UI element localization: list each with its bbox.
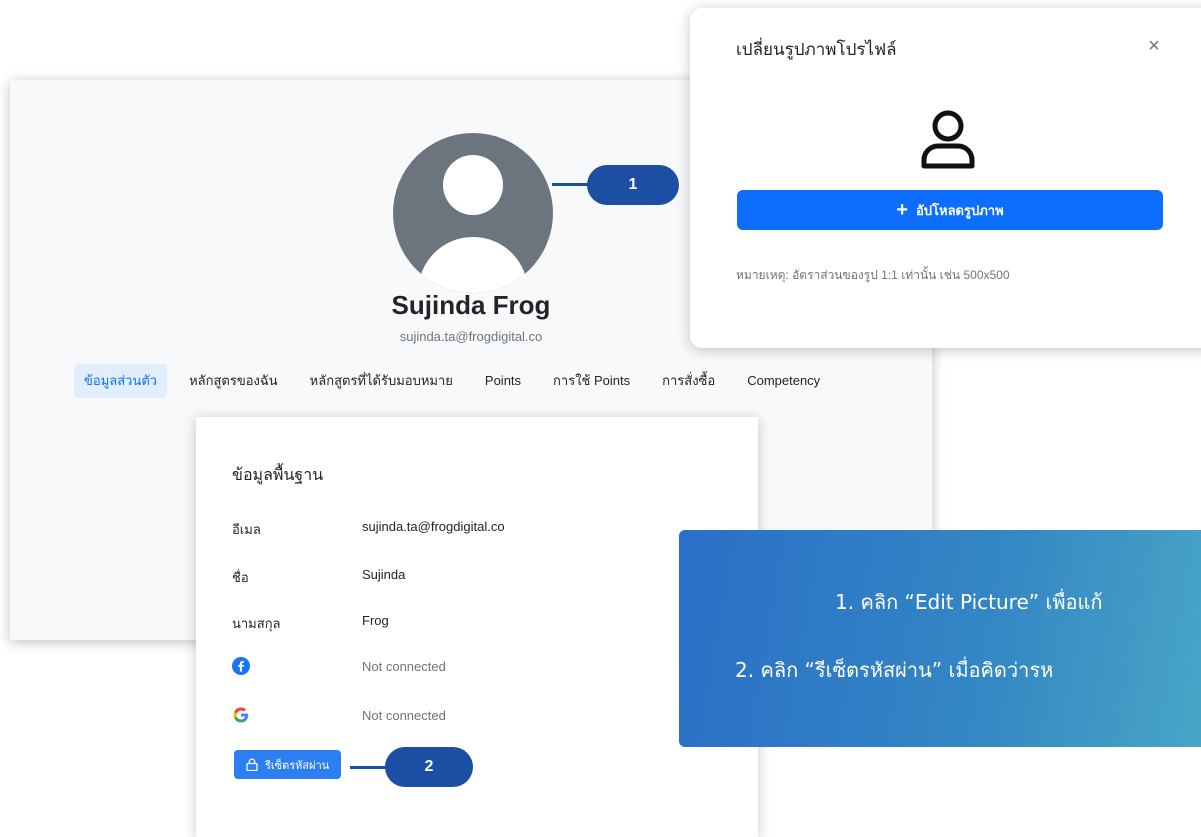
first-name-value: Sujinda (362, 567, 406, 582)
last-name-value: Frog (362, 613, 389, 628)
google-icon[interactable] (232, 706, 250, 724)
upload-picture-button[interactable]: + อัปโหลดรูปภาพ (737, 190, 1163, 230)
facebook-status: Not connected (362, 659, 446, 674)
step2-badge: 2 (385, 747, 473, 787)
last-name-label: นามสกุล (232, 616, 281, 631)
tab-orders[interactable]: การสั่งซื้อ (652, 364, 725, 398)
email-value: sujinda.ta@frogdigital.co (362, 519, 505, 534)
basic-info-title: ข้อมูลพื้นฐาน (232, 467, 324, 484)
close-icon[interactable]: × (1142, 34, 1166, 58)
tab-points-usage[interactable]: การใช้ Points (543, 364, 640, 398)
user-icon (921, 110, 975, 169)
step1-badge: 1 (587, 165, 679, 205)
upload-picture-label: อัปโหลดรูปภาพ (915, 202, 1004, 218)
google-status: Not connected (362, 708, 446, 723)
modal-note: หมายเหตุ: อัตราส่วนของรูป 1:1 เท่านั้น เ… (736, 268, 1010, 282)
change-profile-picture-modal: เปลี่ยนรูปภาพโปรไฟล์ × + อัปโหลดรูปภาพ ห… (690, 8, 1201, 348)
modal-title: เปลี่ยนรูปภาพโปรไฟล์ (736, 40, 897, 59)
tab-my-courses[interactable]: หลักสูตรของฉัน (179, 364, 288, 398)
facebook-icon[interactable] (232, 657, 250, 675)
step1-connector (552, 183, 592, 186)
avatar-head-shape (443, 155, 503, 215)
tab-competency[interactable]: Competency (737, 364, 830, 398)
reset-password-button[interactable]: รีเซ็ตรหัสผ่าน (234, 750, 342, 779)
profile-avatar[interactable] (393, 133, 553, 293)
avatar-body-shape (418, 237, 528, 293)
step2-connector (350, 766, 390, 769)
tab-points[interactable]: Points (475, 364, 531, 398)
profile-tabs: ข้อมูลส่วนตัว หลักสูตรของฉัน หลักสูตรที่… (74, 363, 842, 399)
tab-personal-info[interactable]: ข้อมูลส่วนตัว (74, 364, 168, 398)
instruction-line-2: 2. คลิก “รีเซ็ตรหัสผ่าน” เมื่อคิดว่ารห (735, 658, 1054, 682)
plus-icon: + (896, 199, 908, 221)
first-name-label: ชื่อ (232, 570, 249, 585)
lock-icon (246, 758, 258, 771)
tab-assigned-courses[interactable]: หลักสูตรที่ได้รับมอบหมาย (300, 364, 463, 398)
basic-info-card: ข้อมูลพื้นฐาน อีเมล sujinda.ta@frogdigit… (196, 417, 758, 837)
reset-password-label: รีเซ็ตรหัสผ่าน (265, 759, 330, 772)
instruction-box: 1. คลิก “Edit Picture” เพื่อแก้ 2. คลิก … (679, 530, 1201, 747)
email-label: อีเมล (232, 522, 261, 537)
instruction-line-1: 1. คลิก “Edit Picture” เพื่อแก้ (835, 590, 1103, 614)
